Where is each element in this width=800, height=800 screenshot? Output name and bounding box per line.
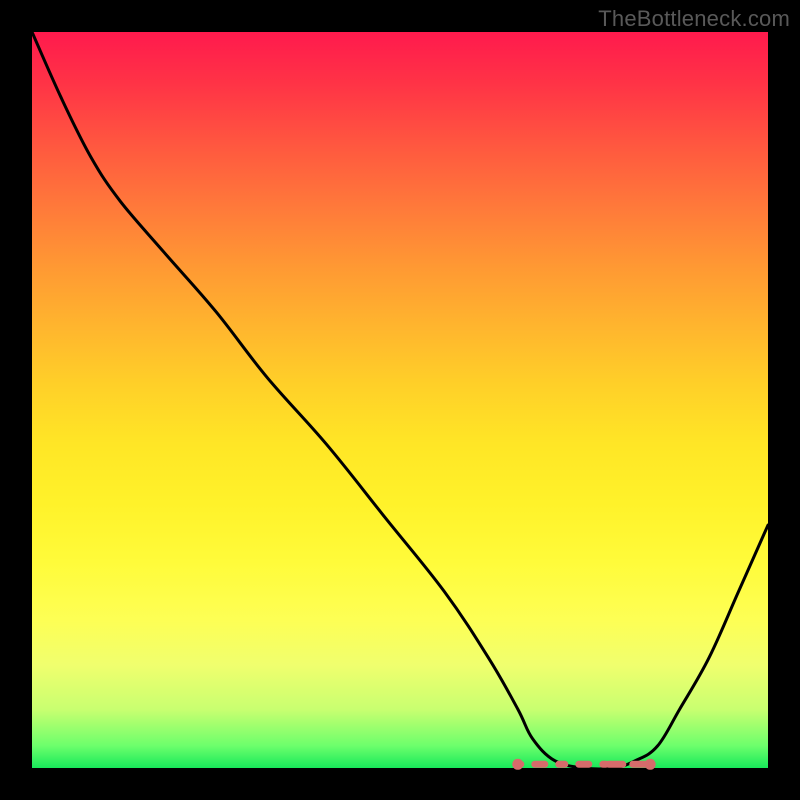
attribution-text: TheBottleneck.com	[598, 6, 790, 32]
plot-area	[32, 32, 768, 768]
bottleneck-curve-path	[32, 32, 768, 769]
curve-svg	[32, 32, 768, 768]
chart-frame: TheBottleneck.com	[0, 0, 800, 800]
